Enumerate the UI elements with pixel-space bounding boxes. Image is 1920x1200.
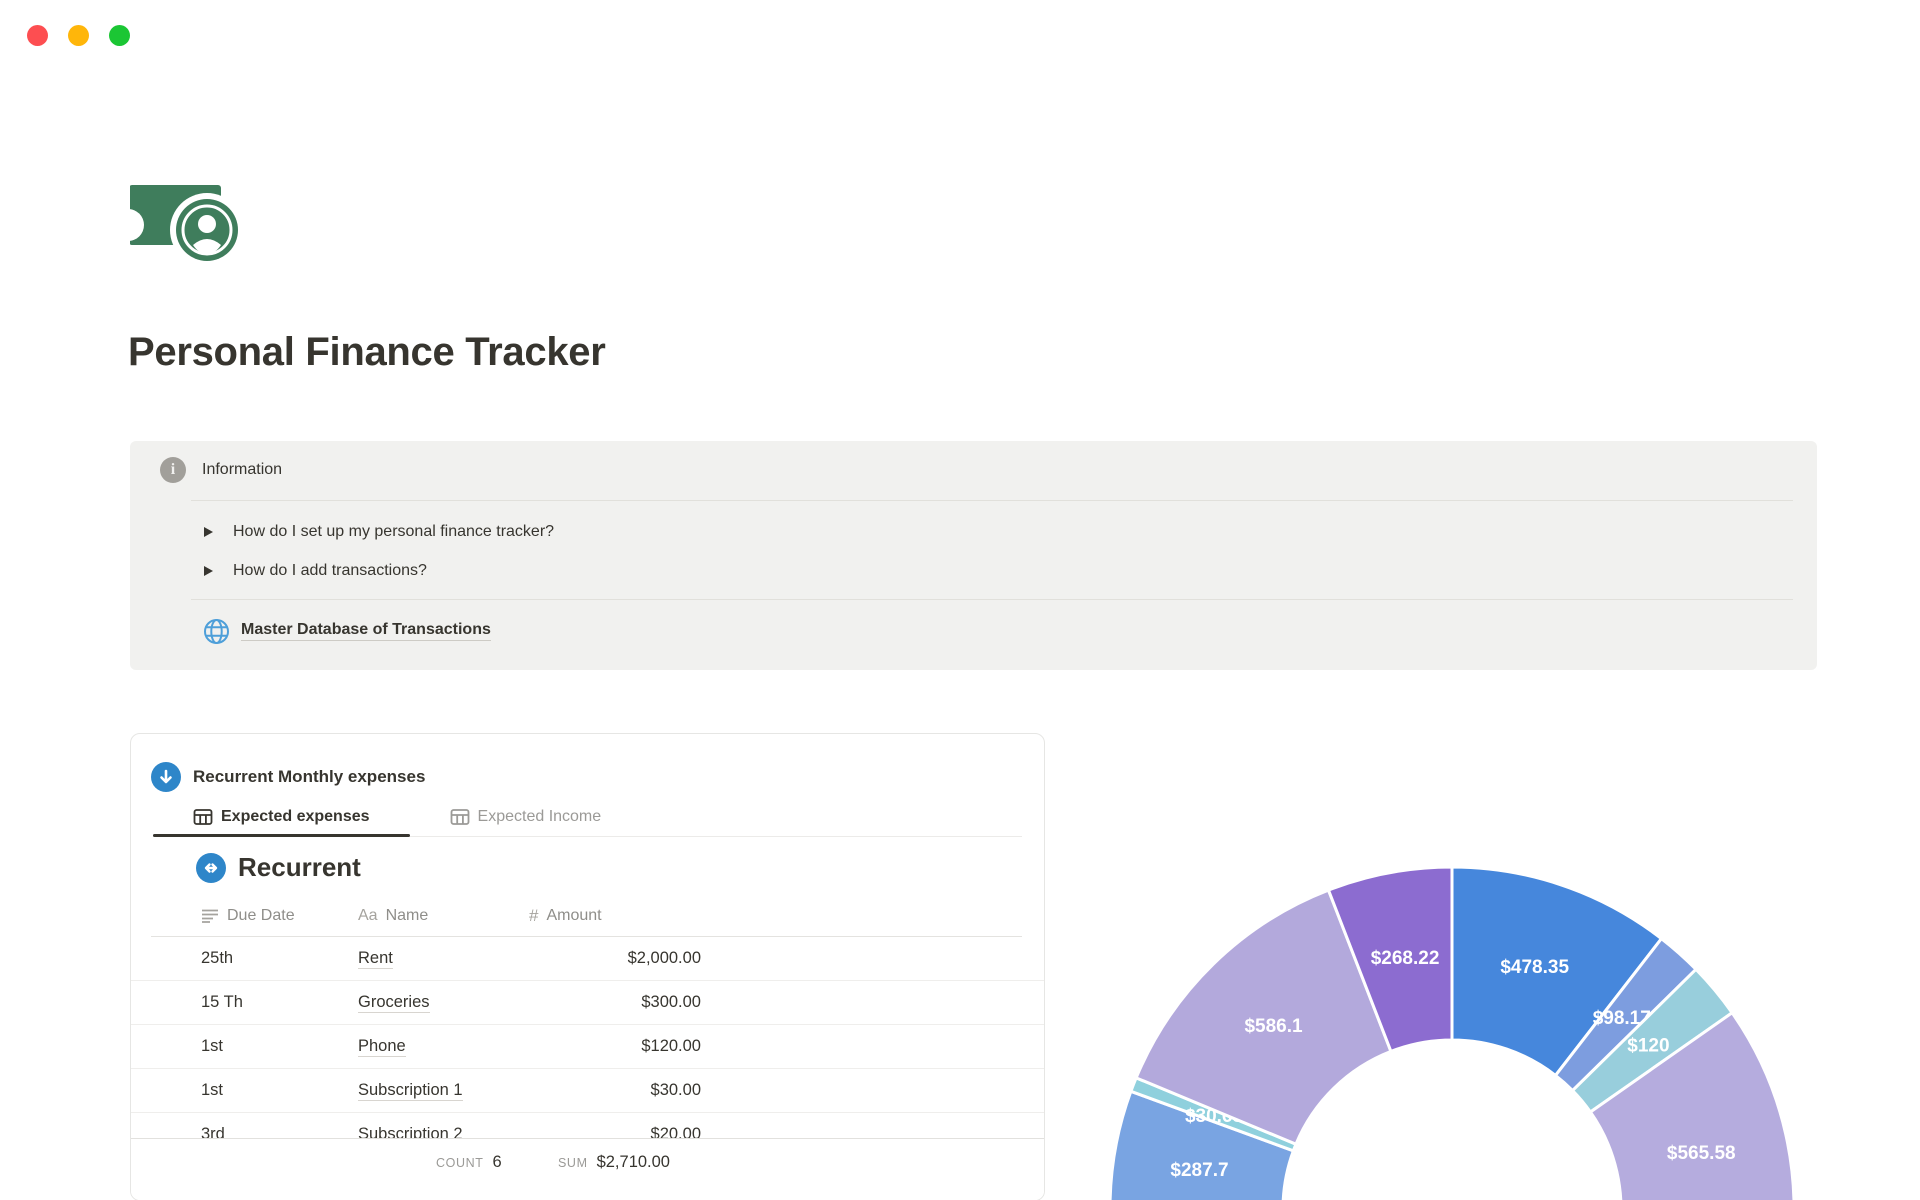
donut-segment-label: $120: [1627, 1036, 1669, 1057]
close-window-button[interactable]: [27, 25, 48, 46]
amount-cell[interactable]: $2,000.00: [529, 949, 715, 968]
page-emoji-banknote-coin-icon[interactable]: [112, 183, 244, 268]
column-due-date[interactable]: Due Date: [201, 907, 358, 925]
name-cell[interactable]: Subscription 1: [358, 1081, 529, 1101]
table-row[interactable]: 1st Subscription 1 $30.00: [131, 1069, 1044, 1113]
name-cell[interactable]: Rent: [358, 949, 529, 969]
circle-down-arrow-icon: [151, 762, 181, 792]
donut-segment-label: $565.58: [1667, 1143, 1736, 1164]
table-body: 25th Rent $2,000.00 15 Th Groceries $300.00 1s…: [131, 937, 1044, 1157]
amount-cell[interactable]: $120.00: [529, 1037, 715, 1056]
info-icon: i: [160, 457, 186, 483]
name-cell[interactable]: Phone: [358, 1037, 529, 1057]
notion-page: Personal Finance Tracker i Information H…: [0, 0, 1920, 1200]
information-callout: i Information How do I set up my persona…: [130, 441, 1817, 670]
minimize-window-button[interactable]: [68, 25, 89, 46]
globe-icon: [204, 618, 229, 644]
due-date-cell[interactable]: 1st: [201, 1037, 358, 1056]
callout-title: Information: [202, 461, 283, 478]
table-row[interactable]: 1st Phone $120.00: [131, 1025, 1044, 1069]
view-tabs: Expected expenses Expected Income: [131, 796, 1044, 837]
donut-segment-label: $287.7: [1170, 1160, 1228, 1181]
circle-left-right-arrow-icon: [196, 852, 226, 883]
divider: [191, 500, 1793, 501]
table-row[interactable]: 15 Th Groceries $300.00: [131, 981, 1044, 1025]
donut-segment-label: $478.35: [1500, 957, 1569, 978]
text-type-icon: Aa: [358, 907, 378, 924]
column-name[interactable]: Aa Name: [358, 907, 529, 925]
due-date-cell[interactable]: 25th: [201, 949, 358, 968]
donut-segment-label: $268.22: [1371, 948, 1440, 969]
due-date-cell[interactable]: 1st: [201, 1081, 358, 1100]
zoom-window-button[interactable]: [109, 25, 130, 46]
card-title: Recurrent Monthly expenses: [193, 767, 426, 786]
table-row[interactable]: 25th Rent $2,000.00: [131, 937, 1044, 981]
divider: [191, 599, 1793, 600]
window-controls: [27, 25, 130, 46]
toggle-add-transactions-question[interactable]: How do I add transactions?: [204, 556, 427, 586]
name-cell[interactable]: Groceries: [358, 993, 529, 1013]
table-footer: COUNT 6 SUM $2,710.00: [131, 1138, 1044, 1200]
toggle-setup-question[interactable]: How do I set up my personal finance trac…: [204, 517, 554, 547]
table-header-row: Due Date Aa Name # Amount: [201, 902, 1022, 930]
tab-expected-expenses[interactable]: Expected expenses: [153, 796, 410, 837]
sum-aggregate[interactable]: SUM $2,710.00: [558, 1153, 670, 1172]
donut-segment-label: $586.1: [1244, 1016, 1303, 1037]
count-aggregate[interactable]: COUNT 6: [436, 1153, 502, 1172]
table-icon: [450, 808, 469, 825]
master-database-link[interactable]: Master Database of Transactions: [203, 615, 491, 647]
column-amount[interactable]: # Amount: [529, 906, 715, 926]
amount-cell[interactable]: $30.00: [529, 1081, 715, 1100]
number-type-icon: #: [529, 906, 539, 925]
due-date-cell[interactable]: 15 Th: [201, 993, 358, 1012]
table-icon: [193, 808, 213, 825]
database-title[interactable]: Recurrent: [238, 852, 361, 883]
recurrent-expenses-card: Recurrent Monthly expenses Expected expe…: [130, 733, 1045, 1200]
tab-expected-income[interactable]: Expected Income: [410, 796, 642, 837]
page-title: Personal Finance Tracker: [128, 330, 606, 374]
amount-cell[interactable]: $300.00: [529, 993, 715, 1012]
toggle-triangle-icon[interactable]: [204, 566, 213, 576]
toggle-triangle-icon[interactable]: [204, 527, 213, 537]
list-icon: [202, 909, 218, 923]
expenses-donut-chart: $478.35 $98.17 $120 $565.58 $287.7 $30.68 $586…: [1105, 858, 1815, 1200]
